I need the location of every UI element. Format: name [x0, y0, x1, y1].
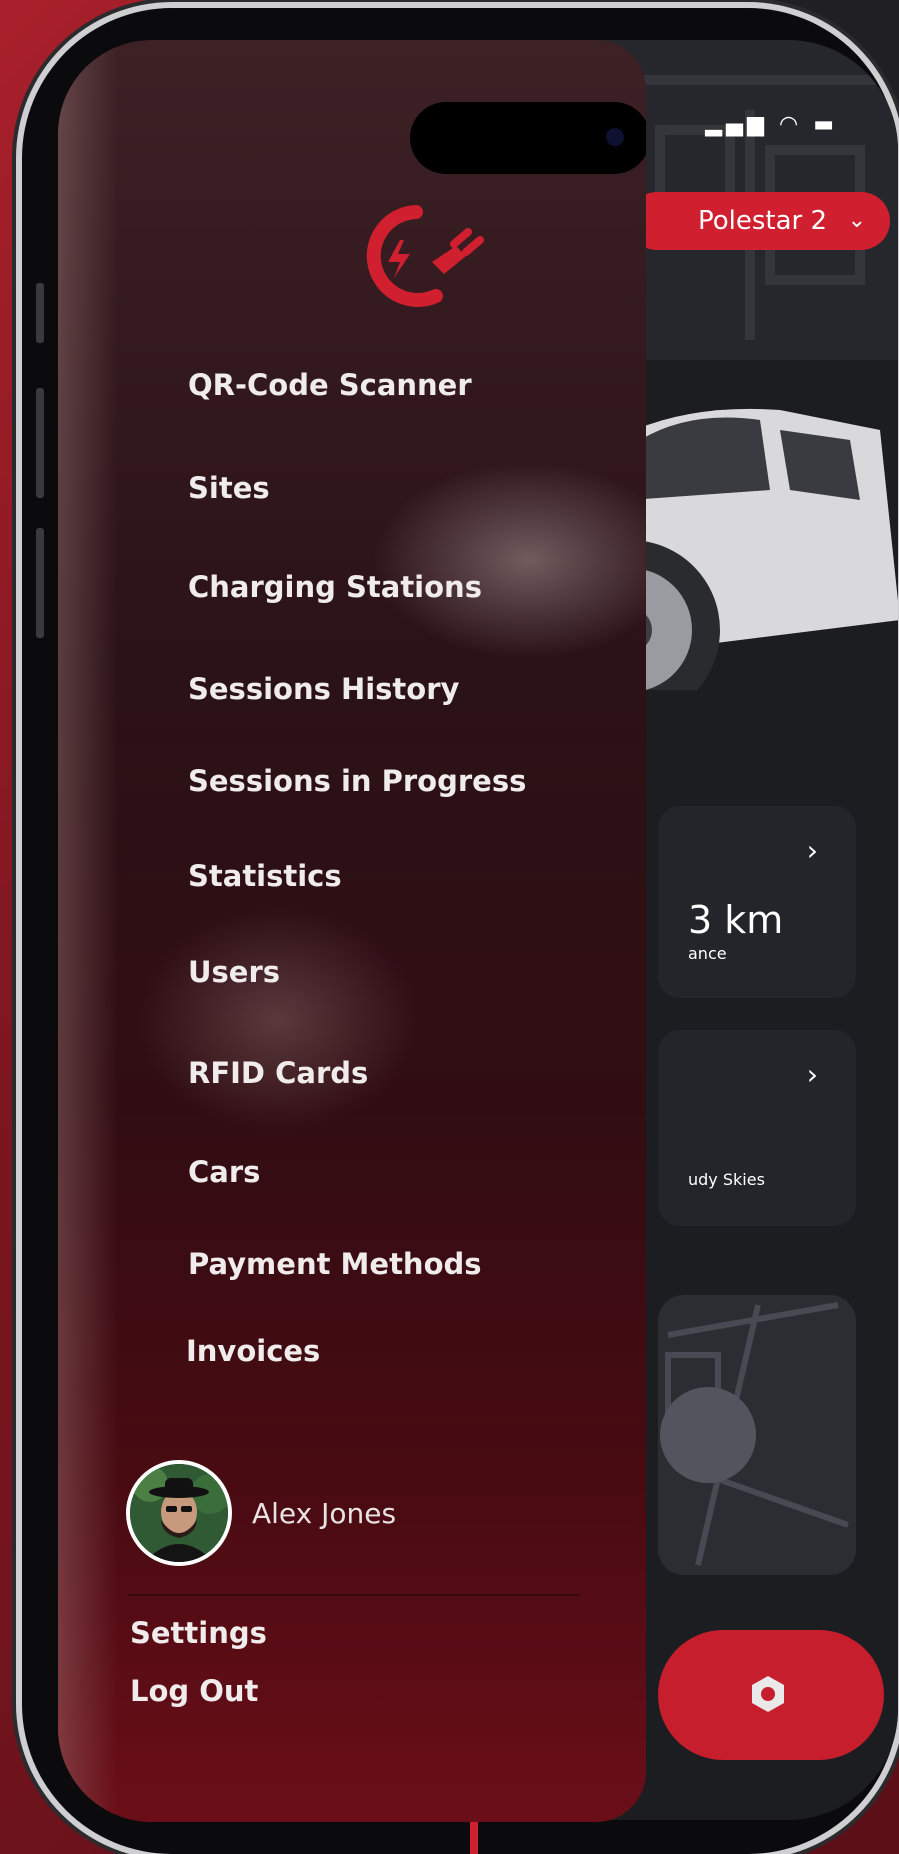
map-preview — [660, 1302, 849, 1566]
chevron-down-icon: ⌄ — [847, 208, 866, 233]
menu-item-rfid-cards[interactable]: RFID Cards — [188, 1056, 368, 1090]
vehicle-selector[interactable]: Polestar 2 ⌄ — [628, 192, 890, 250]
chevron-right-icon: › — [806, 1058, 818, 1091]
avatar[interactable] — [126, 1460, 232, 1566]
dynamic-island — [410, 102, 646, 174]
start-charge-button[interactable] — [658, 1630, 884, 1760]
battery-icon: ▬ — [813, 112, 838, 137]
phone-side-button — [36, 528, 44, 638]
menu-item-sessions-history[interactable]: Sessions History — [188, 672, 459, 706]
status-bar: ▂▄▆ ◠ ▬ — [705, 112, 838, 137]
menu-item-charging-stations[interactable]: Charging Stations — [188, 570, 482, 604]
user-name[interactable]: Alex Jones — [252, 1497, 396, 1530]
range-label: ance — [688, 944, 727, 963]
divider — [128, 1594, 580, 1596]
accent-mark — [470, 1822, 478, 1854]
menu-item-qr-code-scanner[interactable]: QR-Code Scanner — [188, 368, 472, 402]
range-value: 3 km — [688, 898, 784, 942]
logout-link[interactable]: Log Out — [130, 1674, 258, 1708]
chevron-right-icon: › — [806, 834, 818, 867]
settings-link[interactable]: Settings — [130, 1616, 267, 1650]
wifi-icon: ◠ — [779, 112, 803, 137]
menu-item-invoices[interactable]: Invoices — [186, 1334, 320, 1368]
menu-item-statistics[interactable]: Statistics — [188, 859, 342, 893]
cellular-signal-icon: ▂▄▆ — [705, 112, 768, 137]
app-logo — [366, 205, 484, 307]
menu-item-sessions-in-progress[interactable]: Sessions in Progress — [188, 764, 526, 798]
user-photo — [130, 1464, 228, 1562]
menu-item-cars[interactable]: Cars — [188, 1155, 260, 1189]
range-card[interactable]: › 3 km ance — [658, 806, 856, 998]
camera-icon — [606, 128, 624, 146]
phone-side-button — [36, 283, 44, 343]
phone-side-button — [36, 388, 44, 498]
map-card[interactable] — [658, 1295, 856, 1575]
weather-card[interactable]: › udy Skies — [658, 1030, 856, 1226]
menu-item-sites[interactable]: Sites — [188, 471, 270, 505]
accent-mark — [708, 0, 716, 8]
menu-item-users[interactable]: Users — [188, 955, 280, 989]
menu-item-payment-methods[interactable]: Payment Methods — [188, 1247, 482, 1281]
weather-label: udy Skies — [688, 1170, 765, 1189]
hexagon-icon — [752, 1676, 784, 1712]
vehicle-selector-label: Polestar 2 — [698, 206, 828, 236]
